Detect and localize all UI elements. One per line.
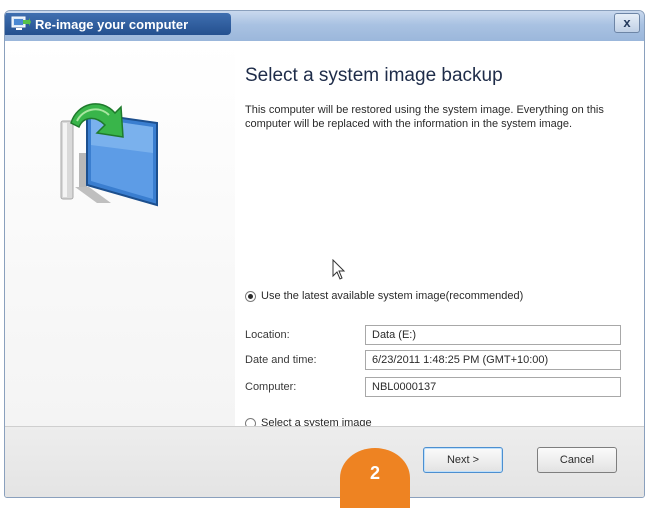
computer-label: Computer: bbox=[245, 381, 297, 393]
left-graphic-panel bbox=[5, 41, 235, 427]
location-label: Location: bbox=[245, 329, 290, 341]
mouse-pointer-icon bbox=[332, 258, 346, 286]
datetime-field: 6/23/2011 1:48:25 PM (GMT+10:00) bbox=[365, 350, 621, 370]
datetime-label: Date and time: bbox=[245, 354, 317, 366]
title-badge: Re-image your computer bbox=[5, 13, 231, 35]
reimage-dialog: Re-image your computer x Select a system… bbox=[4, 10, 645, 498]
latest-image-radio[interactable] bbox=[245, 291, 256, 302]
page-heading: Select a system image backup bbox=[245, 65, 503, 86]
button-bar: Next > Cancel bbox=[5, 426, 644, 497]
close-button[interactable]: x bbox=[614, 13, 640, 33]
computer-field: NBL0000137 bbox=[365, 377, 621, 397]
window-title: Re-image your computer bbox=[35, 17, 189, 32]
monitor-restore-arrow-icon bbox=[57, 93, 182, 223]
location-field: Data (E:) bbox=[365, 325, 621, 345]
step-number-badge: 2 bbox=[340, 448, 410, 508]
title-bar: Re-image your computer x bbox=[5, 11, 644, 42]
latest-image-label[interactable]: Use the latest available system image(re… bbox=[261, 290, 523, 302]
cancel-button[interactable]: Cancel bbox=[537, 447, 617, 473]
next-button[interactable]: Next > bbox=[423, 447, 503, 473]
computer-restore-icon bbox=[11, 16, 31, 32]
page-description: This computer will be restored using the… bbox=[245, 104, 604, 130]
dialog-content: Select a system image backup This comput… bbox=[5, 41, 644, 429]
